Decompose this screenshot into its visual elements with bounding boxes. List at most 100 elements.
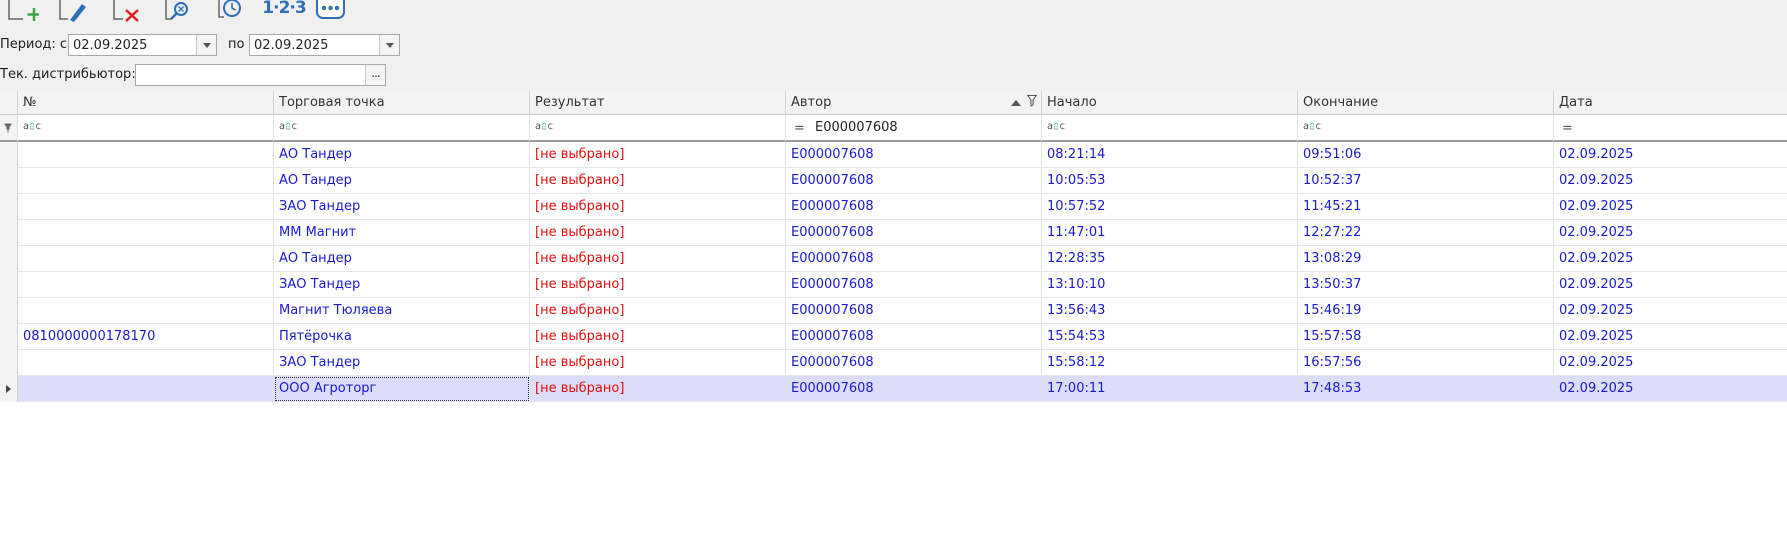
cell-result[interactable]: [не выбрано] xyxy=(530,220,786,246)
row-indicator[interactable] xyxy=(0,376,18,402)
cell-end[interactable]: 12:27:22 xyxy=(1298,220,1554,246)
filter-cell-date[interactable]: = xyxy=(1554,115,1787,142)
cell-number[interactable] xyxy=(18,350,274,376)
cell-date[interactable]: 02.09.2025 xyxy=(1554,324,1787,350)
column-header-result[interactable]: Результат xyxy=(530,91,786,115)
cell-number[interactable] xyxy=(18,246,274,272)
cell-end[interactable]: 16:57:56 xyxy=(1298,350,1554,376)
cell-author[interactable]: E000007608 xyxy=(786,324,1042,350)
distributor-browse-button[interactable]: ... xyxy=(365,65,385,85)
cell-number[interactable] xyxy=(18,272,274,298)
cell-result[interactable]: [не выбрано] xyxy=(530,142,786,168)
cell-outlet[interactable]: Магнит Тюляева xyxy=(274,298,530,324)
cell-start[interactable]: 11:47:01 xyxy=(1042,220,1298,246)
cell-end[interactable]: 15:57:58 xyxy=(1298,324,1554,350)
filter-cell-start[interactable]: a▯c xyxy=(1042,115,1298,142)
cell-number[interactable] xyxy=(18,168,274,194)
cell-author[interactable]: E000007608 xyxy=(786,246,1042,272)
cell-author[interactable]: E000007608 xyxy=(786,376,1042,402)
cell-result[interactable]: [не выбрано] xyxy=(530,298,786,324)
column-header-end[interactable]: Окончание xyxy=(1298,91,1554,115)
cell-start[interactable]: 13:10:10 xyxy=(1042,272,1298,298)
row-indicator[interactable] xyxy=(0,324,18,350)
search-button[interactable] xyxy=(164,0,194,22)
row-indicator[interactable] xyxy=(0,272,18,298)
filter-cell-end[interactable]: a▯c xyxy=(1298,115,1554,142)
row-indicator[interactable] xyxy=(0,194,18,220)
date-from-field[interactable]: 02.09.2025 xyxy=(68,34,217,56)
numbering-button[interactable]: 1·2·3 xyxy=(262,0,306,22)
cell-date[interactable]: 02.09.2025 xyxy=(1554,246,1787,272)
cell-outlet[interactable]: ЗАО Тандер xyxy=(274,194,530,220)
cell-start[interactable]: 13:56:43 xyxy=(1042,298,1298,324)
cell-start[interactable]: 17:00:11 xyxy=(1042,376,1298,402)
cell-date[interactable]: 02.09.2025 xyxy=(1554,350,1787,376)
filter-funnel-icon[interactable] xyxy=(1027,95,1037,107)
row-indicator[interactable] xyxy=(0,350,18,376)
date-to-dropdown-button[interactable] xyxy=(379,35,399,55)
cell-end[interactable]: 17:48:53 xyxy=(1298,376,1554,402)
row-indicator[interactable] xyxy=(0,298,18,324)
cell-date[interactable]: 02.09.2025 xyxy=(1554,194,1787,220)
cell-author[interactable]: E000007608 xyxy=(786,142,1042,168)
cell-number[interactable] xyxy=(18,376,274,402)
cell-number[interactable] xyxy=(18,194,274,220)
cell-number[interactable] xyxy=(18,220,274,246)
row-indicator[interactable] xyxy=(0,168,18,194)
cell-date[interactable]: 02.09.2025 xyxy=(1554,142,1787,168)
cell-number[interactable] xyxy=(18,298,274,324)
cell-date[interactable]: 02.09.2025 xyxy=(1554,272,1787,298)
cell-outlet[interactable]: ООО Агроторг xyxy=(274,376,530,402)
cell-result[interactable]: [не выбрано] xyxy=(530,324,786,350)
date-from-dropdown-button[interactable] xyxy=(196,35,216,55)
cell-number[interactable]: 0810000000178170 xyxy=(18,324,274,350)
cell-end[interactable]: 11:45:21 xyxy=(1298,194,1554,220)
distributor-field[interactable]: ... xyxy=(135,64,386,86)
cell-number[interactable] xyxy=(18,142,274,168)
cell-author[interactable]: E000007608 xyxy=(786,350,1042,376)
cell-result[interactable]: [не выбрано] xyxy=(530,272,786,298)
cell-outlet[interactable]: ММ Магнит xyxy=(274,220,530,246)
cell-author[interactable]: E000007608 xyxy=(786,220,1042,246)
cell-author[interactable]: E000007608 xyxy=(786,298,1042,324)
cell-result[interactable]: [не выбрано] xyxy=(530,168,786,194)
cell-outlet[interactable]: Пятёрочка xyxy=(274,324,530,350)
cell-outlet[interactable]: АО Тандер xyxy=(274,142,530,168)
filter-cell-author[interactable]: = E000007608 xyxy=(786,115,1042,142)
column-header-start[interactable]: Начало xyxy=(1042,91,1298,115)
cell-end[interactable]: 15:46:19 xyxy=(1298,298,1554,324)
cell-date[interactable]: 02.09.2025 xyxy=(1554,376,1787,402)
cell-author[interactable]: E000007608 xyxy=(786,168,1042,194)
add-button[interactable] xyxy=(6,0,40,22)
date-to-field[interactable]: 02.09.2025 xyxy=(249,34,400,56)
cell-end[interactable]: 09:51:06 xyxy=(1298,142,1554,168)
cell-start[interactable]: 12:28:35 xyxy=(1042,246,1298,272)
more-button[interactable] xyxy=(315,0,347,22)
column-header-author[interactable]: Автор xyxy=(786,91,1042,115)
cell-date[interactable]: 02.09.2025 xyxy=(1554,168,1787,194)
cell-result[interactable]: [не выбрано] xyxy=(530,246,786,272)
row-indicator[interactable] xyxy=(0,142,18,168)
row-indicator[interactable] xyxy=(0,246,18,272)
cell-start[interactable]: 10:05:53 xyxy=(1042,168,1298,194)
cell-start[interactable]: 08:21:14 xyxy=(1042,142,1298,168)
cell-result[interactable]: [не выбрано] xyxy=(530,350,786,376)
cell-outlet[interactable]: ЗАО Тандер xyxy=(274,272,530,298)
edit-button[interactable] xyxy=(58,0,88,22)
row-indicator[interactable] xyxy=(0,220,18,246)
cell-start[interactable]: 15:58:12 xyxy=(1042,350,1298,376)
cell-author[interactable]: E000007608 xyxy=(786,194,1042,220)
filter-cell-number[interactable]: a▯c xyxy=(18,115,274,142)
cell-result[interactable]: [не выбрано] xyxy=(530,376,786,402)
delete-button[interactable] xyxy=(112,0,144,22)
column-header-date[interactable]: Дата xyxy=(1554,91,1787,115)
filter-cell-result[interactable]: a▯c xyxy=(530,115,786,142)
cell-outlet[interactable]: ЗАО Тандер xyxy=(274,350,530,376)
column-header-outlet[interactable]: Торговая точка xyxy=(274,91,530,115)
cell-date[interactable]: 02.09.2025 xyxy=(1554,298,1787,324)
cell-outlet[interactable]: АО Тандер xyxy=(274,168,530,194)
cell-outlet[interactable]: АО Тандер xyxy=(274,246,530,272)
filter-cell-outlet[interactable]: a▯c xyxy=(274,115,530,142)
column-header-number[interactable]: № xyxy=(18,91,274,115)
cell-result[interactable]: [не выбрано] xyxy=(530,194,786,220)
